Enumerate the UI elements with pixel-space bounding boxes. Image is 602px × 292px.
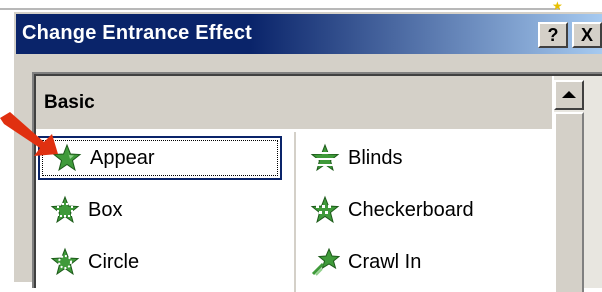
scroll-up-arrow-icon bbox=[562, 91, 576, 98]
crawl-in-star-icon bbox=[311, 247, 340, 276]
close-button[interactable]: X bbox=[572, 22, 602, 48]
group-header: Basic bbox=[36, 76, 552, 130]
scroll-up-button[interactable] bbox=[554, 80, 584, 110]
help-button[interactable]: ? bbox=[538, 22, 568, 48]
effect-label: Appear bbox=[90, 146, 155, 169]
group-title-basic: Basic bbox=[44, 92, 95, 113]
checkerboard-star-icon bbox=[310, 195, 340, 224]
effect-item-box[interactable]: Box bbox=[38, 188, 282, 232]
effect-item-blinds[interactable]: Blinds bbox=[298, 136, 542, 180]
effect-item-appear[interactable]: Appear bbox=[38, 136, 282, 180]
effect-item-crawl-in[interactable]: Crawl In bbox=[298, 240, 542, 284]
dialog-title: Change Entrance Effect bbox=[22, 22, 253, 44]
vertical-scrollbar[interactable] bbox=[554, 76, 602, 292]
effect-label: Circle bbox=[88, 250, 140, 273]
effect-label: Checkerboard bbox=[348, 198, 474, 221]
close-icon: X bbox=[580, 25, 593, 45]
help-icon: ? bbox=[547, 25, 559, 45]
effect-label: Blinds bbox=[348, 146, 403, 169]
circle-star-icon bbox=[50, 247, 80, 276]
change-entrance-effect-dialog: Change Entrance Effect ? X Basic Appear bbox=[12, 10, 602, 292]
blinds-star-icon bbox=[310, 143, 340, 172]
scroll-thumb[interactable] bbox=[554, 112, 584, 292]
effect-label: Crawl In bbox=[348, 250, 422, 273]
title-bar[interactable]: Change Entrance Effect ? X bbox=[16, 14, 602, 54]
pointer-arrow-icon bbox=[0, 112, 58, 156]
effect-item-circle[interactable]: Circle bbox=[38, 240, 282, 284]
column-divider bbox=[294, 132, 296, 292]
box-star-icon bbox=[50, 195, 80, 224]
effect-item-checkerboard[interactable]: Checkerboard bbox=[298, 188, 542, 232]
effect-label: Box bbox=[88, 198, 123, 221]
effects-list[interactable]: Basic Appear Blinds Box Checkerboard Cir… bbox=[32, 72, 602, 292]
